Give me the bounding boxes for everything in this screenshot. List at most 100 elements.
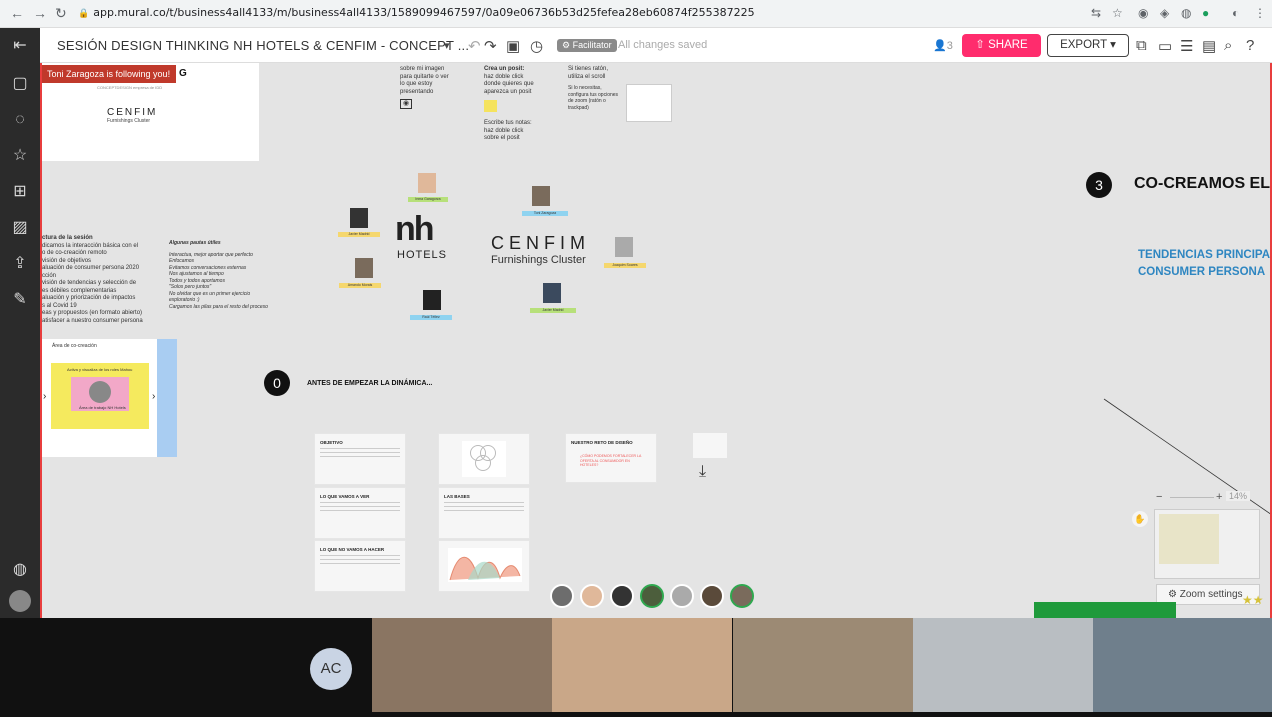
content-card[interactable] (438, 433, 530, 485)
cover-card[interactable]: Toni Zaragoza is following you! G CONCEP… (42, 63, 259, 161)
back-icon[interactable]: ← (10, 5, 24, 21)
content-card[interactable]: LAS BASES (438, 487, 530, 539)
person-photo[interactable] (418, 173, 436, 193)
person-photo[interactable] (543, 283, 561, 303)
profile-icon[interactable]: ◐ (1232, 6, 1239, 20)
extension-icon[interactable]: ◍ (1181, 6, 1191, 20)
extension-icon[interactable]: ◈ (1160, 6, 1169, 20)
chevron-right-icon[interactable]: › (152, 391, 155, 402)
content-card[interactable] (438, 540, 530, 592)
agenda-item: o de co-creación remoto (42, 250, 107, 256)
extension-icon[interactable]: ◉ (1138, 6, 1148, 20)
forward-icon[interactable]: → (33, 5, 47, 21)
outline-list-icon[interactable]: ▤ (1202, 37, 1216, 55)
card-title: NUESTRO RETO DE DISEÑO (571, 440, 633, 445)
undo-icon[interactable]: ↶ (468, 37, 481, 55)
pen-icon[interactable]: ✎ (10, 290, 30, 310)
comment-icon[interactable]: ◌ (10, 110, 30, 130)
content-card[interactable]: OBJETIVO (314, 433, 406, 485)
translate-icon[interactable]: ⇆ (1091, 6, 1101, 20)
person-photo[interactable] (423, 290, 441, 310)
mural-title[interactable]: SESIÓN DESIGN THINKING NH HOTELS & CENFI… (57, 38, 469, 53)
export-label: EXPORT (1060, 39, 1107, 51)
instr-line: haz doble click (484, 127, 524, 134)
doc-thumbnail[interactable] (693, 433, 727, 458)
favorite-icon[interactable]: ☆ (10, 146, 30, 166)
content-card[interactable]: LO QUE VAMOS A VER (314, 487, 406, 539)
person-photo[interactable] (532, 186, 550, 206)
image-icon[interactable]: ▨ (10, 218, 30, 238)
star-sticker-icon: ★★ (1242, 593, 1264, 607)
person-photo[interactable] (350, 208, 368, 228)
share-button[interactable]: ⇧ SHARE (962, 34, 1041, 57)
exit-icon[interactable]: ⇤ (10, 36, 30, 56)
video-tile[interactable] (552, 618, 732, 712)
star-icon[interactable]: ☆ (1112, 6, 1123, 20)
chevron-down-icon[interactable]: ▾ (444, 39, 450, 52)
person-tag: Toni Zaragoza (522, 211, 568, 216)
collaborator-avatar[interactable] (700, 584, 724, 608)
chevron-left-icon[interactable]: › (43, 391, 46, 402)
search-icon[interactable]: ⌕ (1224, 37, 1232, 54)
zoom-slider[interactable] (1170, 497, 1214, 498)
agenda-item: aluación de consumer persona 2020 (42, 265, 140, 271)
content-card[interactable]: LO QUE NO VAMOS A HACER (314, 540, 406, 592)
outline-icon[interactable]: ▣ (506, 37, 520, 55)
nh-logo-sub: HOTELS (397, 249, 448, 261)
agenda-item: aluación y priorización de impactos (42, 295, 136, 301)
collaborator-avatar[interactable] (730, 584, 754, 608)
hand-icon[interactable]: ✋ (1132, 511, 1148, 527)
facilitator-badge[interactable]: ⚙ Facilitator (557, 39, 617, 52)
collaborator-avatar[interactable] (580, 584, 604, 608)
zoom-in-button[interactable]: + (1216, 491, 1222, 503)
chat-icon[interactable]: ⧉ (1136, 37, 1147, 54)
co-creation-area[interactable]: Área de co-creación Activa y visualiza d… (42, 339, 157, 457)
collaborator-avatar[interactable] (610, 584, 634, 608)
collaborator-avatar[interactable] (640, 584, 664, 608)
card-line (444, 502, 524, 503)
card-line (444, 510, 524, 511)
video-tile[interactable] (372, 618, 552, 712)
sticky-note-icon[interactable]: ▢ (10, 74, 30, 94)
agenda-title: ctura de la sesión (42, 235, 93, 241)
extension-icon[interactable]: ● (1202, 6, 1209, 20)
redo-icon[interactable]: ↷ (484, 37, 497, 55)
card-line (320, 555, 400, 556)
content-card[interactable]: NUESTRO RETO DE DISEÑO ¿CÓMO PODEMOS FOR… (565, 433, 657, 483)
zoom-out-button[interactable]: − (1156, 491, 1162, 503)
reload-icon[interactable]: ↻ (55, 5, 67, 22)
video-tile[interactable] (733, 618, 913, 712)
agenda-item: eas y propuestos (en formato abierto) (42, 310, 143, 316)
timer-icon[interactable]: ◷ (530, 37, 543, 55)
collaborator-avatar[interactable] (670, 584, 694, 608)
comments-icon[interactable]: ▭ (1158, 37, 1172, 55)
participant-initials[interactable]: AC (310, 648, 352, 690)
address-bar[interactable]: 🔒 app.mural.co/t/business4all4133/m/busin… (78, 6, 755, 19)
instr-line: lo que estoy (400, 81, 433, 87)
export-button[interactable]: EXPORT ▾ (1047, 34, 1129, 57)
activity-icon[interactable]: ☰ (1180, 37, 1193, 55)
green-card (1034, 602, 1176, 618)
video-tile[interactable] (1093, 618, 1272, 712)
instructions-col1: sobre mi imagen para quitarte o ver lo q… (400, 66, 449, 109)
agenda-item: visión de objetivos (42, 257, 92, 264)
help-icon[interactable]: ◍ (10, 560, 30, 580)
zoom-level: 14% (1226, 491, 1251, 501)
person-photo[interactable] (615, 237, 633, 257)
upload-icon[interactable]: ⇪ (10, 254, 30, 274)
minimap-area (1159, 514, 1219, 564)
frameworks-icon[interactable]: ⊞ (10, 182, 30, 202)
collaborator-avatar[interactable] (550, 584, 574, 608)
section-subtitle: TENDENCIAS PRINCIPA (1138, 249, 1271, 261)
card-line (320, 452, 400, 453)
minimap[interactable] (1154, 509, 1260, 579)
mural-canvas[interactable]: Toni Zaragoza is following you! G CONCEP… (40, 63, 1272, 618)
menu-icon[interactable]: ⋮ (1254, 6, 1266, 20)
user-avatar[interactable] (9, 590, 31, 612)
download-icon[interactable]: ⤓ (699, 463, 706, 481)
participants-count[interactable]: 👤3 (933, 39, 953, 52)
instr-title: Crea un posit: (484, 66, 525, 72)
video-tile[interactable] (913, 618, 1093, 712)
help-icon[interactable]: ? (1246, 37, 1254, 54)
person-photo[interactable] (355, 258, 373, 278)
